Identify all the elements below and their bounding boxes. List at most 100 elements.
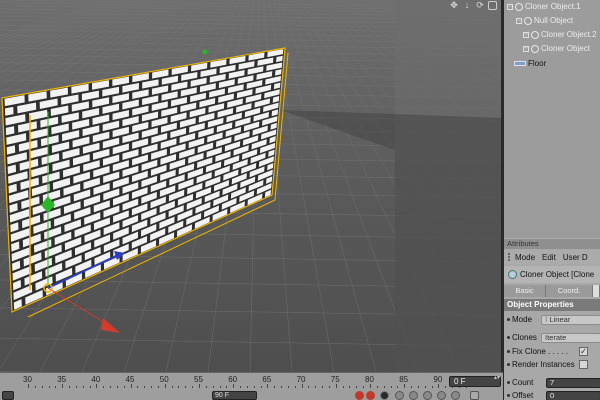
scale-key-icon[interactable] [409, 391, 418, 400]
section-object-properties: Object Properties [504, 299, 600, 311]
end-frame-field[interactable]: 90 F [212, 391, 257, 400]
current-frame-field[interactable]: 0 F [449, 376, 501, 387]
object-row-cloner-object-2[interactable]: + Cloner Object.2 [523, 28, 597, 41]
timeline-tick-label: 40 [91, 375, 101, 384]
timeline-tick [315, 386, 317, 388]
timeline-menu-icon[interactable] [470, 391, 479, 400]
move-view-icon[interactable]: ✥ [449, 0, 459, 10]
timeline-tick [89, 386, 91, 388]
prop-offset: Offset 0 [504, 390, 600, 400]
timeline-tick [219, 386, 221, 388]
timeline-tick [267, 384, 269, 388]
animation-dot-icon[interactable] [507, 317, 510, 321]
object-manager[interactable]: − Cloner Object.1 − Null Object + Cloner Ob… [504, 0, 600, 238]
timeline-tick [411, 386, 413, 388]
cloner-icon [508, 270, 517, 279]
timeline-tick [123, 386, 125, 388]
right-panel: − Cloner Object.1 − Null Object + Cloner Ob… [504, 0, 600, 400]
maximize-view-icon[interactable] [488, 1, 497, 10]
timeline-tick-label: 30 [23, 375, 32, 384]
timeline-tick [356, 386, 358, 388]
tab-coord[interactable]: Coord. [546, 285, 593, 297]
animation-dot-icon[interactable] [507, 393, 510, 397]
collapse-toggle-icon[interactable]: − [516, 17, 522, 24]
object-row-cloner-object-1[interactable]: − Cloner Object.1 [507, 0, 581, 13]
cloner-icon [531, 30, 539, 39]
prop-mode: Mode ⁝ Linear [504, 314, 600, 326]
count-field[interactable]: 7 [546, 378, 600, 388]
timeline-tick [171, 386, 173, 388]
timeline-tick [116, 386, 118, 388]
tab-basic[interactable]: Basic [504, 285, 546, 297]
expand-toggle-icon[interactable]: + [523, 45, 529, 52]
collapse-toggle-icon[interactable]: − [507, 3, 513, 10]
object-row-null-object[interactable]: − Null Object [516, 14, 573, 27]
timeline-tick [157, 386, 159, 388]
animation-dot-icon[interactable] [507, 335, 510, 339]
animation-dot-icon[interactable] [507, 349, 510, 353]
timeline-ruler[interactable]: 30 35 40 45 50 55 60 65 70 75 80 85 90 [0, 373, 467, 388]
object-label: Cloner Object [541, 44, 590, 53]
timeline-tick [274, 386, 276, 388]
timeline[interactable]: 30 35 40 45 50 55 60 65 70 75 80 85 90 0 F 90 F [0, 372, 503, 400]
grip-icon[interactable] [508, 253, 512, 261]
object-row-cloner-object[interactable]: + Cloner Object [523, 42, 590, 55]
timeline-tick [185, 386, 187, 388]
timeline-tick [144, 386, 146, 388]
attributes-menu: Mode Edit User D [504, 250, 600, 264]
timeline-tick [424, 386, 426, 388]
prop-clones: Clones Iterate [504, 332, 600, 344]
timeline-tick [383, 386, 385, 388]
object-label: Floor [528, 59, 547, 68]
timeline-tick [62, 384, 64, 388]
object-row-floor[interactable]: Floor [514, 57, 546, 70]
object-label: Null Object [534, 16, 574, 25]
clones-value: Iterate [545, 333, 567, 342]
clones-dropdown[interactable]: Iterate [541, 333, 600, 343]
prop-fix-clone-label: Fix Clone . . . . . [512, 347, 569, 356]
timeline-tick [28, 384, 29, 388]
timeline-tick [212, 386, 214, 388]
menu-mode[interactable]: Mode [515, 253, 535, 262]
position-key-icon[interactable] [395, 391, 404, 400]
timeline-tick-label: 45 [125, 375, 135, 384]
pla-key-icon[interactable] [451, 391, 460, 400]
mode-dropdown[interactable]: ⁝ Linear [541, 315, 600, 325]
rotation-key-icon[interactable] [423, 391, 432, 400]
timeline-tick [34, 386, 36, 388]
timeline-tick [294, 386, 296, 388]
timeline-tick [417, 386, 419, 388]
timeline-tick [110, 386, 112, 388]
fix-clone-checkbox[interactable]: ✓ [579, 347, 588, 356]
autokey-icon[interactable] [366, 391, 375, 400]
menu-user-data[interactable]: User D [563, 253, 588, 262]
record-icon[interactable] [355, 391, 364, 400]
rotate-view-icon[interactable]: ⟳ [475, 0, 485, 10]
prop-offset-label: Offset [512, 391, 534, 400]
timeline-tick [96, 384, 98, 388]
viewport-scene[interactable] [0, 0, 503, 372]
prop-count-label: Count [512, 378, 534, 387]
timeline-tick [281, 386, 283, 388]
prop-render-instances: Render Instances [504, 359, 600, 371]
arrow-down-icon[interactable]: ↓ [462, 0, 472, 10]
timeline-tick [199, 384, 200, 388]
expand-toggle-icon[interactable]: + [523, 31, 529, 38]
timeline-tick [363, 386, 365, 388]
keyframe-icon[interactable] [380, 391, 389, 400]
menu-edit[interactable]: Edit [542, 253, 556, 262]
timeline-tick-label: 55 [194, 375, 203, 384]
timeline-tick [130, 384, 132, 388]
3d-viewport[interactable]: ✥ ↓ ⟳ [0, 0, 503, 372]
timeline-tick [253, 386, 255, 388]
tab-object[interactable] [593, 285, 600, 297]
render-instances-checkbox[interactable] [579, 360, 588, 369]
offset-field[interactable]: 0 [546, 391, 600, 400]
parameter-key-icon[interactable] [437, 391, 446, 400]
timeline-tick [226, 386, 228, 388]
prop-render-instances-label: Render Instances [512, 360, 575, 369]
animation-dot-icon[interactable] [507, 380, 510, 384]
start-frame-field[interactable] [2, 391, 14, 400]
animation-dot-icon[interactable] [507, 362, 510, 366]
timeline-tick [41, 386, 43, 388]
